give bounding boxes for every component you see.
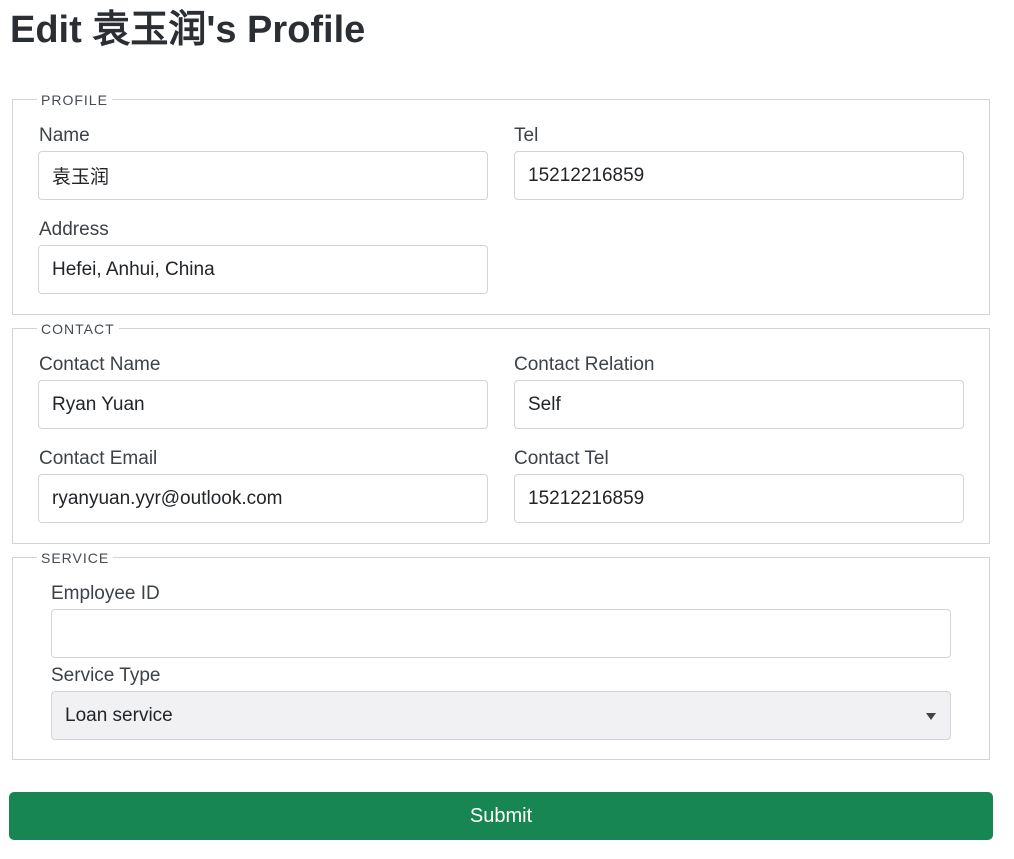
employee-id-input[interactable] (51, 609, 951, 658)
submit-button[interactable]: Submit (9, 792, 993, 840)
contact-email-label: Contact Email (39, 448, 158, 469)
contact-legend: CONTACT (37, 320, 119, 338)
contact-relation-label: Contact Relation (514, 354, 655, 375)
tel-label: Tel (514, 125, 539, 146)
address-input[interactable] (38, 245, 488, 294)
profile-fieldset: PROFILE Name Tel Address (12, 91, 990, 315)
service-type-select[interactable]: Loan service (51, 691, 951, 740)
contact-tel-label: Contact Tel (514, 448, 609, 469)
contact-tel-input[interactable] (514, 474, 964, 523)
contact-name-label: Contact Name (39, 354, 161, 375)
name-label: Name (39, 125, 90, 146)
contact-fieldset: CONTACT Contact Name Contact Relation Co… (12, 320, 990, 544)
service-fieldset: SERVICE Employee ID Service Type Loan se… (12, 549, 990, 760)
tel-input[interactable] (514, 151, 964, 200)
address-label: Address (39, 219, 109, 240)
contact-email-input[interactable] (38, 474, 488, 523)
page-title: Edit 袁玉润's Profile (10, 9, 366, 51)
service-type-selected: Loan service (65, 705, 173, 726)
contact-relation-input[interactable] (514, 380, 964, 429)
service-legend: SERVICE (37, 549, 114, 567)
employee-id-label: Employee ID (51, 583, 160, 604)
profile-legend: PROFILE (37, 91, 112, 109)
contact-name-input[interactable] (38, 380, 488, 429)
name-input[interactable] (38, 151, 488, 200)
dropdown-caret-icon (926, 713, 936, 720)
service-type-label: Service Type (51, 665, 161, 686)
